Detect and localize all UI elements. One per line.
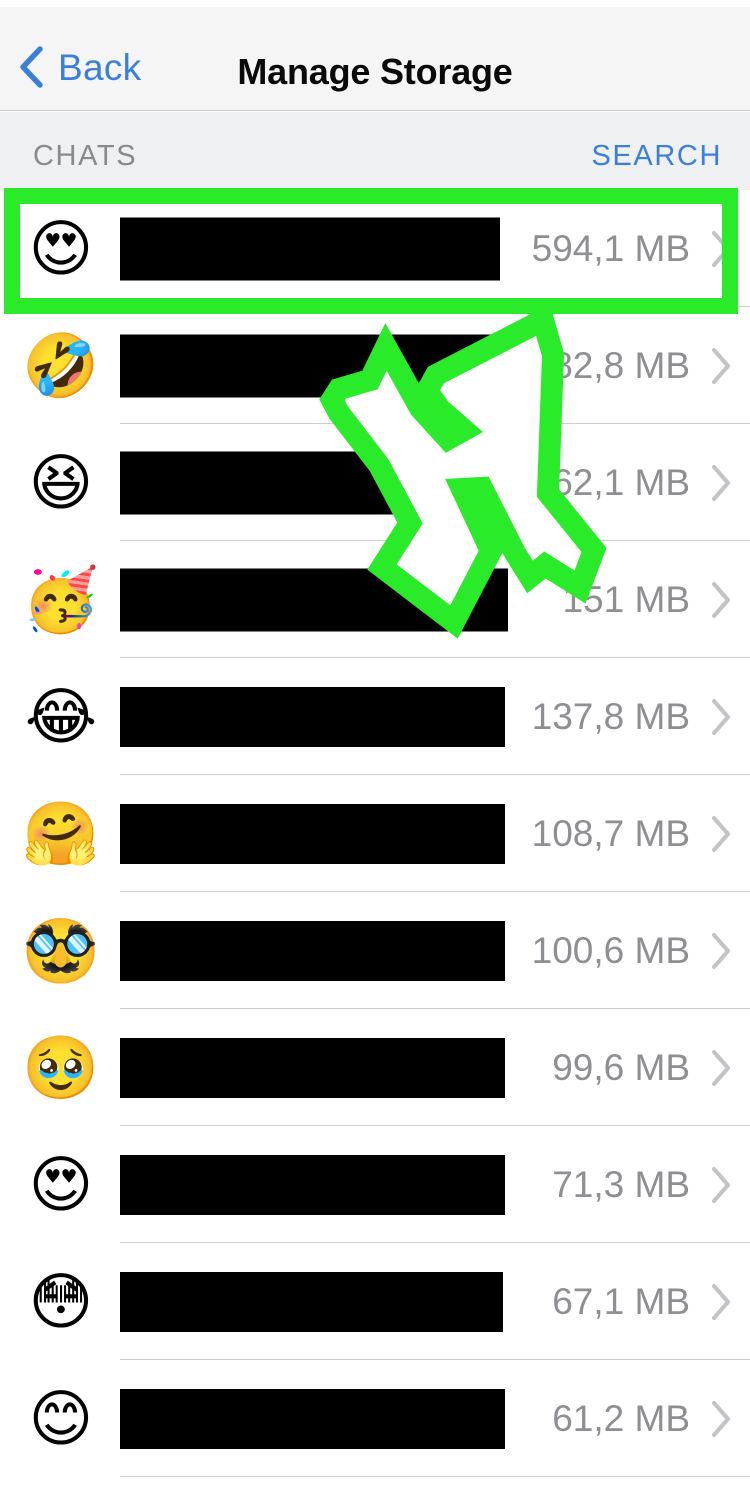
chat-row[interactable]: 🤗 108,7 MB [0,775,750,892]
chat-row[interactable]: 🥹 99,6 MB [0,1009,750,1126]
chat-row[interactable]: 😊 61,2 MB [0,1360,750,1477]
chat-size-label: 100,6 MB [531,929,690,971]
smiling-face-with-heart-eyes-icon: 😍 [28,1147,94,1221]
chat-name-redacted [120,1154,505,1215]
chat-size-label: 99,6 MB [552,1046,690,1088]
chat-row[interactable]: 😍 71,3 MB [0,1126,750,1243]
chevron-right-icon [712,1166,730,1203]
chat-size-label: 108,7 MB [531,812,690,854]
chat-size-label: 594,1 MB [531,227,690,269]
chevron-right-icon [712,1400,730,1437]
chat-row[interactable]: 🥸 100,6 MB [0,892,750,1009]
smiling-face-with-smiling-eyes-icon: 😊 [28,1381,94,1455]
chat-size-label: 71,3 MB [552,1163,690,1205]
chat-row[interactable]: 😳 67,1 MB [0,1243,750,1360]
section-header-chats-label: CHATS [33,140,138,172]
face-holding-back-tears-icon: 🥹 [22,1030,100,1104]
chat-name-redacted [120,1271,503,1332]
chevron-right-icon [712,1283,730,1320]
chat-name-redacted [120,686,505,747]
partying-face-icon: 🥳 [22,562,100,636]
search-button[interactable]: SEARCH [592,140,722,173]
row-separator [120,1476,750,1477]
chevron-right-icon [712,581,730,618]
chat-name-redacted [120,1037,505,1098]
chat-row[interactable]: 🥳 151 MB [0,541,750,658]
status-strip [0,0,750,7]
chat-name-redacted [120,568,508,631]
chat-name-redacted [120,803,505,864]
chevron-right-icon [712,230,730,267]
chat-size-label: 67,1 MB [552,1280,690,1322]
chat-name-redacted [120,334,505,397]
chat-name-redacted [120,451,508,514]
chat-row[interactable]: 🤣 382,8 MB [0,307,750,424]
chevron-right-icon [712,1049,730,1086]
chat-name-redacted [120,217,500,280]
section-header: CHATS SEARCH [0,112,750,190]
chevron-right-icon [712,347,730,384]
chat-name-redacted [120,920,505,981]
grinning-squinting-face-icon: 😆 [28,445,94,519]
smiling-face-with-heart-eyes-icon: 😍 [28,211,94,285]
chevron-right-icon [712,464,730,501]
chat-size-label: 162,1 MB [531,461,690,503]
flushed-face-icon: 😳 [28,1264,94,1338]
page-title: Manage Storage [237,51,513,92]
chevron-right-icon [712,932,730,969]
chat-name-redacted [120,1388,505,1449]
chat-size-label: 137,8 MB [531,695,690,737]
rolling-on-the-floor-laughing-icon: 🤣 [22,328,100,402]
hugging-face-icon: 🤗 [22,796,100,870]
navigation-bar: Back Manage Storage [0,7,750,111]
chat-storage-list: 😍 594,1 MB 🤣 382,8 MB 😆 162,1 MB 🥳 151 MB 😂 137,8… [0,190,750,1477]
chat-size-label: 61,2 MB [552,1397,690,1439]
chat-row[interactable]: 😍 594,1 MB [0,190,750,307]
chat-row[interactable]: 😂 137,8 MB [0,658,750,775]
chat-size-label: 382,8 MB [531,344,690,386]
disguised-face-icon: 🥸 [22,913,100,987]
chevron-right-icon [712,698,730,735]
chat-row[interactable]: 😆 162,1 MB [0,424,750,541]
chevron-right-icon [712,815,730,852]
chat-size-label: 151 MB [562,578,690,620]
face-with-tears-of-joy-icon: 😂 [24,679,98,753]
